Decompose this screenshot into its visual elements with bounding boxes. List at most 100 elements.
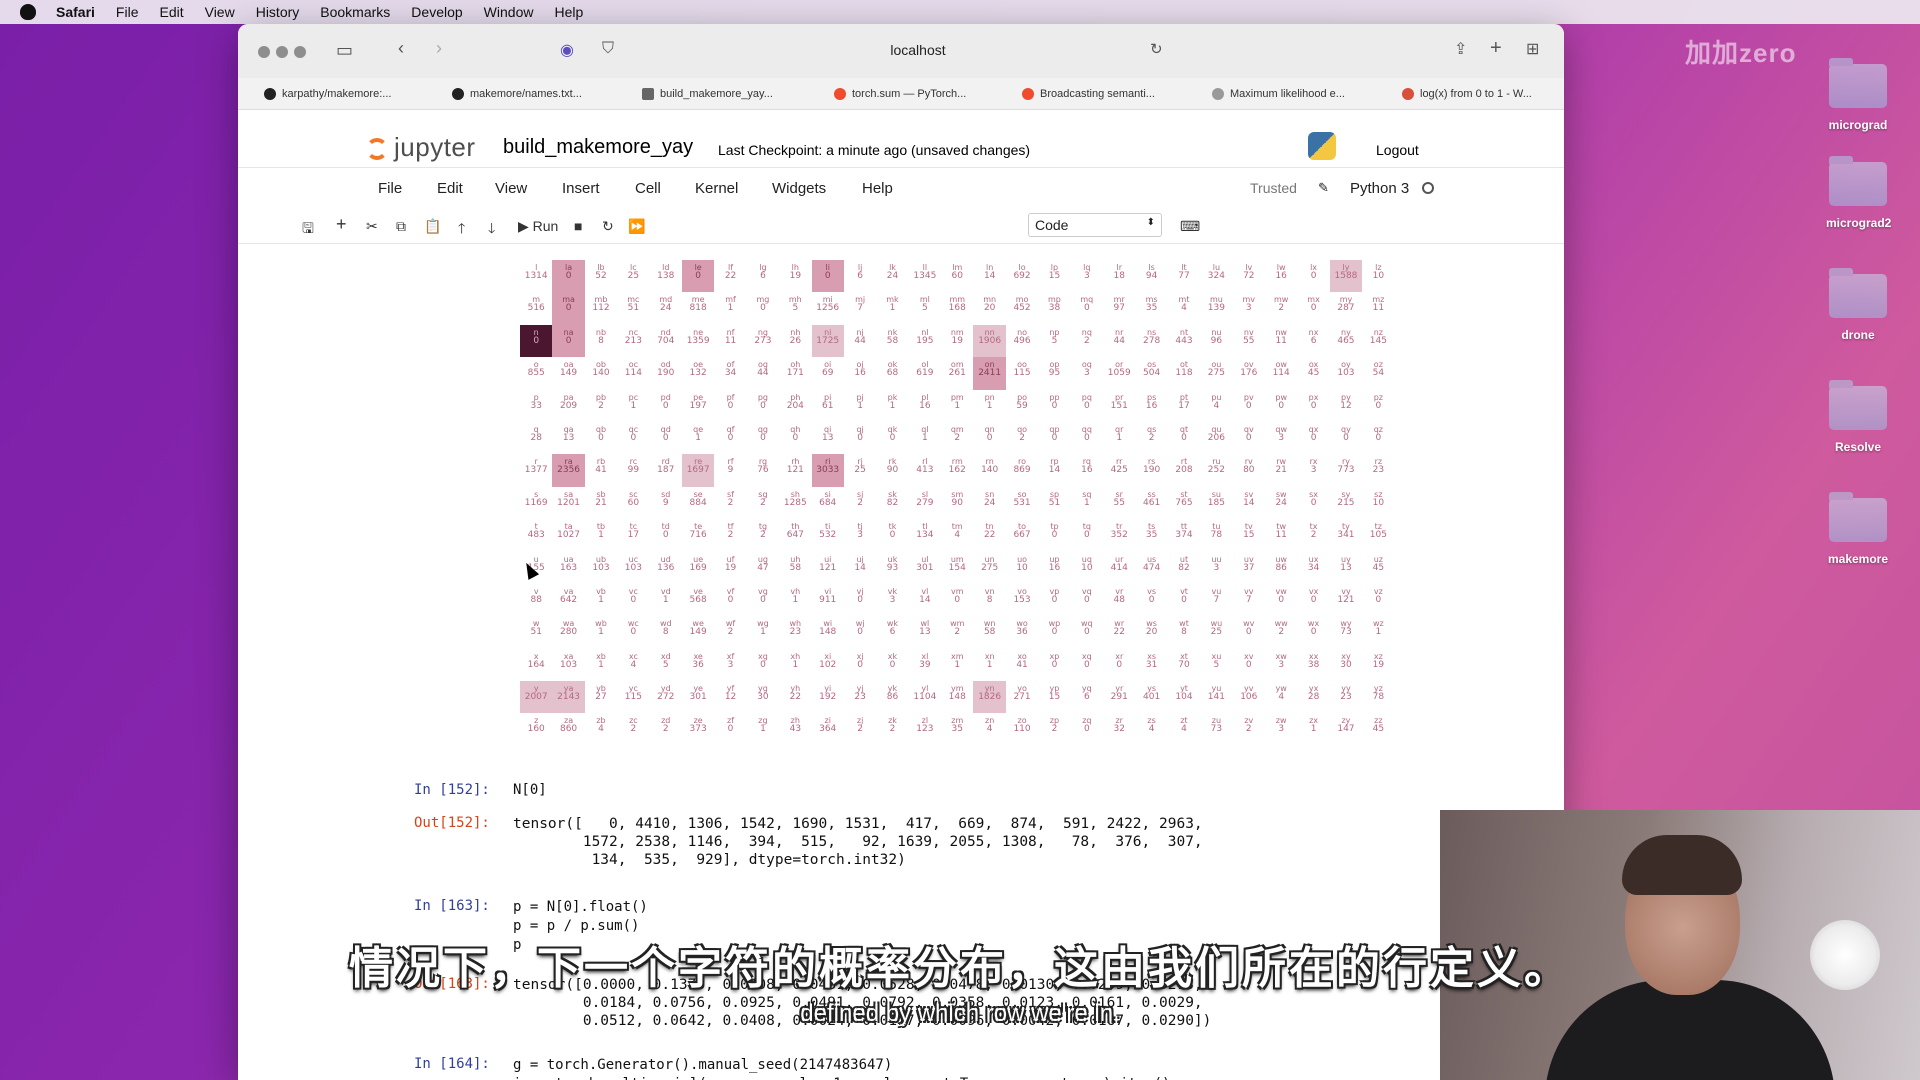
desktop-folder-resolve[interactable]: Resolve (1826, 380, 1890, 454)
jupyter-logo[interactable]: jupyter (366, 132, 476, 163)
bigram-count: 3 (1278, 724, 1285, 735)
menu-file[interactable]: File (116, 4, 139, 20)
keyboard-icon[interactable]: ⌨ (1180, 218, 1200, 235)
bookmark-label: makemore/names.txt... (470, 88, 582, 100)
bigram-cell: x 164 (520, 649, 552, 681)
bigram-cell: ta 1027 (552, 519, 584, 551)
bigram-count: 34 (724, 368, 737, 379)
sidebar-icon[interactable]: ▭ (336, 40, 353, 61)
menu-safari[interactable]: Safari (56, 4, 95, 20)
edit-pencil-icon[interactable]: ✎ (1318, 180, 1329, 196)
privacy-icon[interactable]: ◉ (560, 40, 574, 60)
menu-help[interactable]: Help (554, 4, 583, 20)
bigram-count: 60 (951, 271, 963, 281)
bookmark-item[interactable]: Broadcasting semanti... (1022, 88, 1155, 100)
reload-icon[interactable]: ↻ (1150, 40, 1163, 58)
menu-insert[interactable]: Insert (562, 180, 600, 197)
trusted-indicator[interactable]: Trusted (1250, 180, 1297, 196)
menu-help[interactable]: Help (862, 180, 893, 197)
bigram-count: 123 (916, 724, 934, 735)
stop-icon[interactable]: ■ (574, 218, 582, 234)
bigram-cell: lj 6 (844, 260, 876, 292)
new-tab-icon[interactable]: + (1490, 37, 1502, 60)
bookmark-item[interactable]: karpathy/makemore:... (264, 88, 391, 100)
menu-file[interactable]: File (378, 180, 402, 197)
restart-icon[interactable]: ↻ (602, 218, 614, 235)
move-down-icon[interactable]: 🡓 (488, 218, 495, 242)
kernel-name[interactable]: Python 3 (1350, 180, 1409, 197)
bigram-count: 2 (1245, 724, 1252, 735)
menu-bookmarks[interactable]: Bookmarks (320, 4, 390, 20)
bigram-count: 364 (819, 724, 837, 735)
bigram-cell: xa 103 (552, 649, 584, 681)
bigram-cell: vg 0 (747, 584, 779, 616)
bigram-count: 14 (1243, 497, 1255, 508)
desktop-folder-makemore[interactable]: makemore (1826, 492, 1890, 566)
bigram-cell: zh 43 (779, 713, 811, 745)
bookmark-item[interactable]: makemore/names.txt... (452, 88, 582, 100)
minimize-window-button[interactable] (276, 46, 288, 58)
bookmark-item[interactable]: build_makemore_yay... (642, 88, 773, 100)
bigram-cell: pj 1 (844, 390, 876, 422)
move-up-icon[interactable]: 🡑 (458, 218, 465, 242)
desktop-folder-micrograd2[interactable]: micrograd2 (1826, 156, 1891, 230)
add-cell-icon[interactable]: + (336, 214, 347, 235)
fast-forward-icon[interactable]: ⏩ (628, 218, 645, 235)
forward-icon[interactable]: › (436, 38, 442, 59)
menu-window[interactable]: Window (484, 4, 534, 20)
bigram-count: 139 (1207, 303, 1225, 314)
close-window-button[interactable] (258, 46, 270, 58)
menu-edit[interactable]: Edit (437, 180, 463, 197)
bigram-count: 208 (1175, 465, 1193, 476)
bigram-cell: pp 0 (1038, 390, 1070, 422)
bigram-cell: vp 0 (1038, 584, 1070, 616)
notebook-title[interactable]: build_makemore_yay (503, 136, 693, 159)
bookmark-item[interactable]: log(x) from 0 to 1 - W... (1402, 88, 1532, 100)
bigram-cell: wu 25 (1200, 616, 1232, 648)
menu-view[interactable]: View (205, 4, 235, 20)
bigram-count: 209 (559, 400, 578, 411)
desktop-folder-micrograd[interactable]: micrograd (1826, 58, 1890, 132)
save-icon[interactable]: 🖫 (302, 218, 314, 242)
tab-overview-icon[interactable]: ⊞ (1526, 39, 1539, 59)
bookmark-item[interactable]: Maximum likelihood e... (1212, 88, 1345, 100)
bigram-count: 0 (1083, 400, 1090, 411)
run-button[interactable]: ▶ Run (518, 218, 558, 235)
menu-edit[interactable]: Edit (159, 4, 183, 20)
back-icon[interactable]: ‹ (398, 38, 404, 59)
menu-view[interactable]: View (495, 180, 527, 197)
address-bar[interactable]: localhost (798, 42, 1038, 58)
share-icon[interactable]: ⇪ (1454, 39, 1467, 59)
code-cell[interactable]: N[0] (513, 782, 547, 799)
cell-type-select[interactable]: Code ⬍ (1028, 213, 1162, 237)
paste-icon[interactable]: 📋 (424, 218, 441, 235)
bigram-count: 1104 (913, 692, 937, 703)
bigram-cell: ww 2 (1265, 616, 1297, 648)
input-prompt: In [163]: (414, 898, 490, 914)
menu-develop[interactable]: Develop (411, 4, 462, 20)
bigram-count: 11 (724, 335, 737, 346)
desktop-folder-drone[interactable]: drone (1826, 268, 1890, 342)
bigram-cell: um 154 (941, 552, 973, 584)
copy-icon[interactable]: ⧉ (396, 218, 406, 235)
menu-kernel[interactable]: Kernel (695, 180, 738, 197)
menu-widgets[interactable]: Widgets (772, 180, 826, 197)
bigram-count: 9 (662, 497, 669, 508)
bigram-count: 80 (1243, 465, 1255, 476)
menu-cell[interactable]: Cell (635, 180, 661, 197)
bigram-count: 2 (727, 497, 734, 508)
menu-history[interactable]: History (256, 4, 300, 20)
bigram-count: 1697 (686, 465, 710, 476)
cut-icon[interactable]: ✂ (366, 218, 378, 235)
zoom-window-button[interactable] (294, 46, 306, 58)
shield-icon[interactable]: ⛉ (602, 40, 614, 58)
bookmark-item[interactable]: torch.sum — PyTorch... (834, 88, 966, 100)
code-cell[interactable]: g = torch.Generator().manual_seed(214748… (513, 1056, 1170, 1080)
bigram-cell: th 647 (779, 519, 811, 551)
bigram-cell: vx 0 (1297, 584, 1329, 616)
apple-icon[interactable] (20, 4, 36, 20)
bigram-count: 275 (981, 562, 999, 573)
bigram-count: 0 (1310, 432, 1317, 443)
bigram-cell: yd 272 (650, 681, 682, 713)
logout-button[interactable]: Logout (1376, 142, 1419, 158)
